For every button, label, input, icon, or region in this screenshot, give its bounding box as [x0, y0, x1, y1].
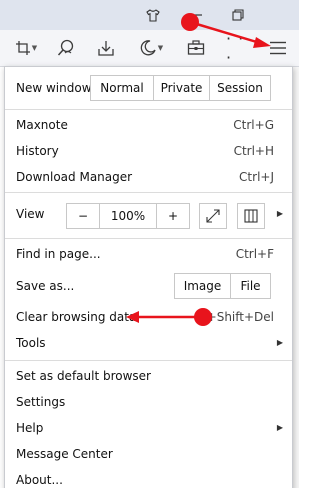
caret-down-icon: ▼: [31, 44, 38, 52]
menu-divider: [5, 238, 292, 239]
clear-browsing-data-shortcut: l+Shift+Del: [203, 310, 274, 324]
save-as-file-button[interactable]: File: [231, 274, 270, 298]
new-window-row: New window Normal Private Session: [5, 75, 292, 101]
find-in-page-shortcut: Ctrl+F: [235, 247, 274, 261]
clear-browsing-data-item[interactable]: Clear browsing data l+Shift+Del: [5, 306, 292, 330]
menu-divider: [5, 192, 292, 193]
maxnote-item[interactable]: Maxnote Ctrl+G: [5, 114, 292, 138]
save-as-image-button[interactable]: Image: [175, 274, 231, 298]
set-default-browser-label: Set as default browser: [16, 369, 151, 383]
maxnote-shortcut: Ctrl+G: [233, 118, 274, 132]
save-as-options: Image File: [174, 273, 271, 299]
new-window-session-button[interactable]: Session: [210, 76, 270, 100]
tools-label: Tools: [16, 336, 46, 350]
split-view-icon[interactable]: [237, 203, 265, 229]
history-item[interactable]: History Ctrl+H: [5, 140, 292, 164]
menu-icon[interactable]: [266, 37, 290, 59]
more-label: · · ·: [226, 29, 245, 67]
download-manager-label: Download Manager: [16, 170, 133, 184]
night-mode-icon[interactable]: ▼: [136, 37, 166, 59]
shirt-icon[interactable]: [143, 5, 163, 25]
menu-divider: [5, 360, 292, 361]
clear-browsing-data-label: Clear browsing data: [16, 310, 137, 324]
find-in-page-item[interactable]: Find in page... Ctrl+F: [5, 243, 292, 267]
history-label: History: [16, 144, 59, 158]
save-as-row: Save as... Image File: [5, 273, 292, 299]
zoom-out-button[interactable]: −: [67, 204, 100, 228]
download-icon[interactable]: [95, 37, 117, 59]
new-window-options: Normal Private Session: [90, 75, 271, 101]
about-item[interactable]: About...: [5, 469, 292, 488]
save-as-label: Save as...: [16, 279, 75, 293]
maxnote-label: Maxnote: [16, 118, 68, 132]
help-item[interactable]: Help ▶: [5, 417, 292, 441]
toolbox-icon[interactable]: [185, 37, 207, 59]
browser-window: ▼ ▼ · · · New window Normal Private Sess…: [0, 0, 299, 488]
zoom-control: − 100% +: [66, 203, 190, 229]
download-manager-shortcut: Ctrl+J: [239, 170, 274, 184]
new-window-label: New window: [16, 81, 92, 95]
minimize-icon[interactable]: [187, 5, 207, 25]
search-voice-icon[interactable]: [55, 37, 77, 59]
about-label: About...: [16, 473, 63, 487]
view-label: View: [16, 207, 45, 221]
download-manager-item[interactable]: Download Manager Ctrl+J: [5, 166, 292, 190]
view-submenu-arrow-icon: ▶: [276, 209, 283, 218]
title-bar: [0, 0, 299, 30]
new-window-normal-button[interactable]: Normal: [91, 76, 154, 100]
screenshot-icon[interactable]: ▼: [11, 37, 41, 59]
help-label: Help: [16, 421, 44, 435]
restore-icon[interactable]: [228, 5, 248, 25]
message-center-label: Message Center: [16, 447, 113, 461]
more-icon[interactable]: · · ·: [226, 29, 252, 67]
toolbar: ▼ ▼ · · ·: [0, 29, 299, 67]
set-default-browser-item[interactable]: Set as default browser: [5, 365, 292, 389]
new-window-private-button[interactable]: Private: [154, 76, 210, 100]
settings-label: Settings: [16, 395, 66, 409]
zoom-level: 100%: [100, 204, 157, 228]
find-in-page-label: Find in page...: [16, 247, 101, 261]
zoom-in-button[interactable]: +: [157, 204, 189, 228]
settings-item[interactable]: Settings: [5, 391, 292, 415]
tools-submenu-arrow-icon: ▶: [276, 338, 283, 347]
menu-divider: [5, 109, 292, 110]
fullscreen-icon[interactable]: [199, 203, 227, 229]
help-submenu-arrow-icon: ▶: [276, 423, 283, 432]
caret-down-icon: ▼: [157, 44, 164, 52]
history-shortcut: Ctrl+H: [233, 144, 274, 158]
view-row: View − 100% + ▶: [5, 203, 292, 229]
tools-item[interactable]: Tools ▶: [5, 332, 292, 356]
main-menu: New window Normal Private Session Maxnot…: [4, 66, 293, 488]
message-center-item[interactable]: Message Center: [5, 443, 292, 467]
